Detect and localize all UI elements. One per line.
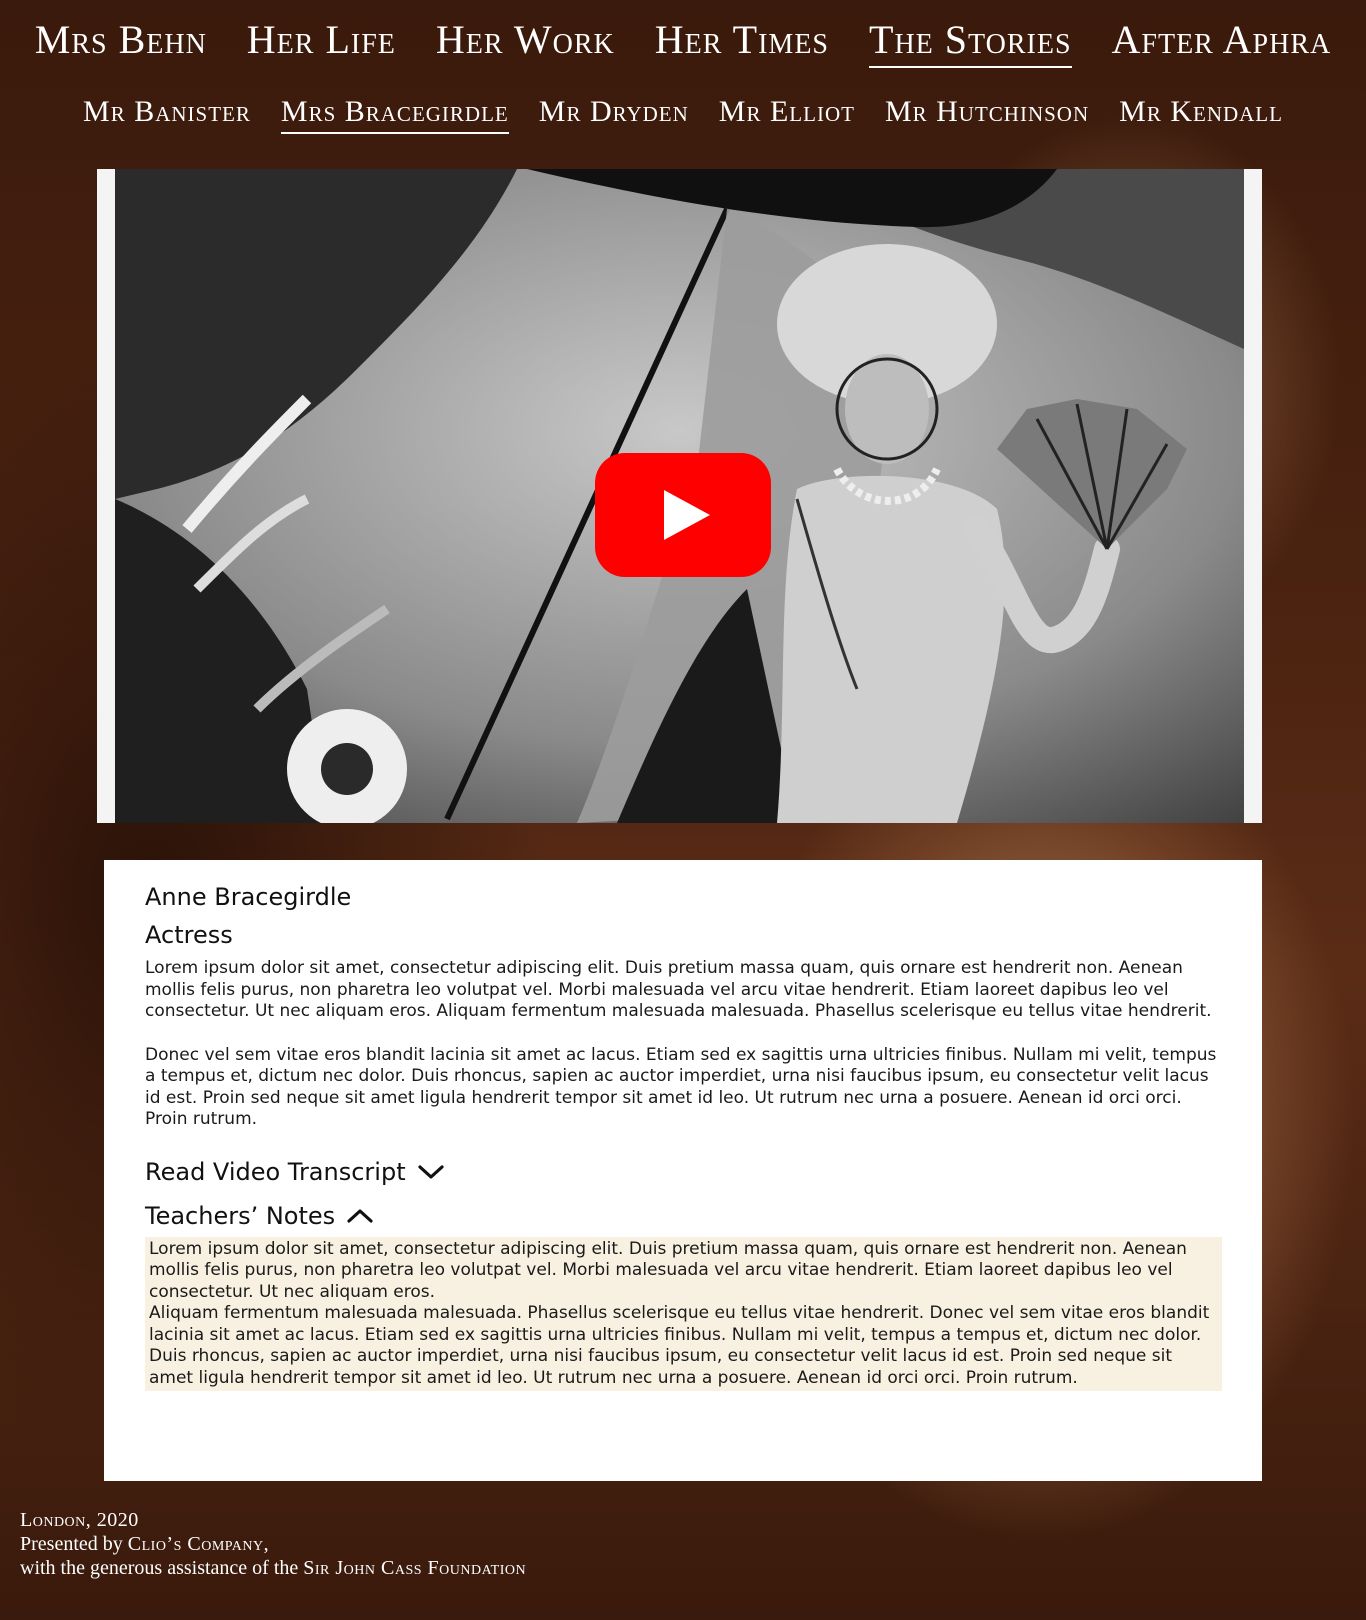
footer-location-date: London, 2020 xyxy=(20,1509,139,1531)
notes-paragraph: Lorem ipsum dolor sit amet, consectetur … xyxy=(149,1238,1187,1302)
footer-assistance: with the generous assistance of the Sir … xyxy=(20,1556,526,1580)
teachers-notes-content: Lorem ipsum dolor sit amet, consectetur … xyxy=(145,1236,1222,1391)
subnav-mr-elliot[interactable]: Mr Elliot xyxy=(719,92,855,134)
chevron-up-icon xyxy=(347,1208,373,1223)
subnav-mr-hutchinson[interactable]: Mr Hutchinson xyxy=(885,92,1089,134)
chevron-down-icon xyxy=(418,1164,444,1179)
site-footer: London, 2020 Presented by Clio’s Company… xyxy=(20,1508,526,1580)
footer-presented-by: Presented by Clio’s Company, xyxy=(20,1532,526,1556)
profile-card: Anne Bracegirdle Actress Lorem ipsum dol… xyxy=(104,860,1262,1481)
footer-foundation-name: Sir John Cass Foundation xyxy=(303,1557,527,1579)
subnav-mr-kendall[interactable]: Mr Kendall xyxy=(1119,92,1283,134)
play-triangle-icon xyxy=(664,490,710,540)
bio-paragraph: Donec vel sem vitae eros blandit lacinia… xyxy=(145,1044,1217,1130)
footer-assistance-prefix: with the generous assistance of the xyxy=(20,1557,304,1579)
nav-her-times[interactable]: Her Times xyxy=(655,14,829,68)
person-name: Anne Bracegirdle xyxy=(145,883,352,911)
youtube-play-icon[interactable] xyxy=(595,453,771,577)
footer-company-name: Clio’s Company, xyxy=(127,1533,270,1555)
read-transcript-label: Read Video Transcript xyxy=(145,1157,406,1186)
teachers-notes-label: Teachers’ Notes xyxy=(145,1201,336,1230)
subnav-mrs-bracegirdle[interactable]: Mrs Bracegirdle xyxy=(280,92,509,134)
subnav-mr-dryden[interactable]: Mr Dryden xyxy=(539,92,689,134)
nav-her-work[interactable]: Her Work xyxy=(436,14,615,68)
nav-after-aphra[interactable]: After Aphra xyxy=(1112,14,1332,68)
secondary-nav: Mr Banister Mrs Bracegirdle Mr Dryden Mr… xyxy=(0,92,1366,134)
notes-paragraph: Aliquam fermentum malesuada malesuada. P… xyxy=(149,1303,1210,1388)
nav-mrs-behn[interactable]: Mrs Behn xyxy=(35,14,207,68)
person-role: Actress xyxy=(145,921,233,949)
nav-the-stories[interactable]: The Stories xyxy=(869,14,1072,68)
primary-nav: Mrs Behn Her Life Her Work Her Times The… xyxy=(0,14,1366,68)
footer-presented-prefix: Presented by xyxy=(20,1533,128,1555)
teachers-notes-toggle[interactable]: Teachers’ Notes xyxy=(145,1199,1222,1233)
subnav-mr-banister[interactable]: Mr Banister xyxy=(83,92,251,134)
bio-paragraph: Lorem ipsum dolor sit amet, consectetur … xyxy=(145,958,1212,1021)
read-transcript-toggle[interactable]: Read Video Transcript xyxy=(145,1155,1222,1189)
video-player[interactable] xyxy=(97,169,1262,823)
nav-her-life[interactable]: Her Life xyxy=(247,14,396,68)
